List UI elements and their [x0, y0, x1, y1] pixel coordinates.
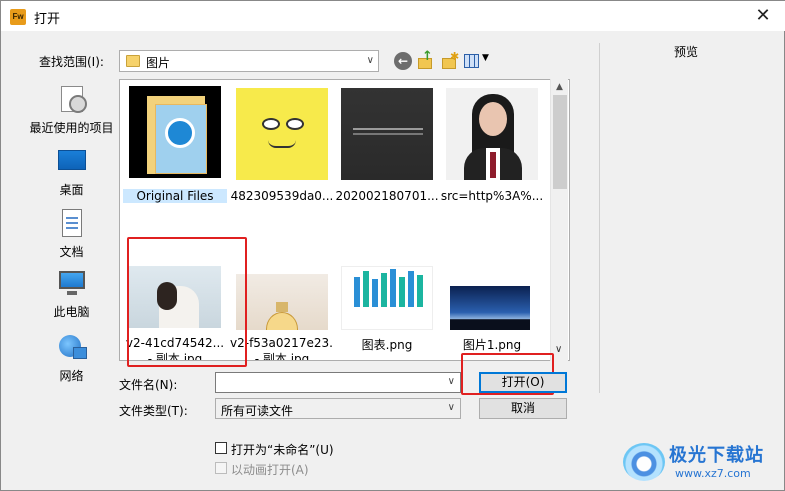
recent-items-icon	[55, 83, 89, 115]
open-button[interactable]: 打开(O)	[479, 372, 567, 393]
preview-label: 预览	[674, 45, 699, 59]
scroll-up-icon[interactable]: ▲	[556, 82, 563, 92]
watermark-url: www.xz7.com	[675, 467, 751, 480]
file-name: 图片1.png	[462, 338, 522, 352]
open-as-animation-label: 以动画打开(A)	[231, 463, 309, 477]
place-label: 桌面	[59, 183, 84, 197]
file-name: Original Files	[123, 189, 227, 203]
file-list-scrollbar[interactable]: ▲ ∨	[550, 79, 568, 361]
open-as-untitled-checkbox[interactable]	[215, 442, 227, 454]
up-folder-icon[interactable]: ↑	[417, 49, 435, 70]
open-file-dialog: Fw 打开 ✕ 查找范围(I): 图片 ∨ ← ↑ ✱ ▼ 预览 最近使用的项目…	[0, 0, 785, 491]
network-icon	[55, 331, 89, 363]
place-desktop[interactable]: 桌面	[27, 145, 116, 198]
places-bar: 最近使用的项目 桌面 文档 此电脑 网络	[27, 79, 116, 434]
file-name: src=http%3A%...	[440, 189, 544, 203]
filetype-dropdown[interactable]: 所有可读文件 ∨	[215, 398, 461, 419]
desktop-icon	[55, 145, 89, 177]
this-pc-icon	[55, 267, 89, 299]
watermark-logo-icon	[623, 443, 665, 481]
place-label: 网络	[59, 369, 84, 383]
place-this-pc[interactable]: 此电脑	[27, 267, 116, 320]
place-network[interactable]: 网络	[27, 331, 116, 384]
filename-label: 文件名(N):	[119, 378, 178, 392]
highlight-box-file	[127, 237, 247, 367]
look-in-label: 查找范围(I):	[39, 55, 104, 69]
place-recent-items[interactable]: 最近使用的项目	[27, 83, 116, 136]
open-as-untitled-label[interactable]: 打开为“未命名”(U)	[231, 441, 334, 458]
chevron-down-icon[interactable]: ∨	[448, 376, 455, 387]
close-button[interactable]: ✕	[746, 4, 780, 28]
title-bar: Fw 打开 ✕	[1, 1, 785, 31]
look-in-value: 图片	[146, 56, 171, 70]
place-label: 此电脑	[53, 305, 90, 319]
place-label: 文档	[59, 245, 84, 259]
chevron-down-icon: ∨	[366, 55, 374, 66]
folder-thumbnail	[129, 86, 221, 178]
filename-input[interactable]: ∨	[215, 372, 461, 393]
folder-icon	[126, 55, 140, 67]
file-name: 图表.png	[361, 338, 413, 352]
image-thumbnail	[236, 274, 328, 330]
filetype-value: 所有可读文件	[221, 404, 294, 418]
image-thumbnail	[341, 266, 433, 330]
watermark-title: 极光下载站	[669, 445, 764, 466]
image-thumbnail	[341, 88, 433, 180]
file-name: 202002180701...	[335, 189, 439, 203]
open-as-animation-checkbox	[215, 462, 227, 474]
preview-divider	[599, 43, 600, 393]
file-name: 482309539da0...	[230, 189, 334, 203]
place-documents[interactable]: 文档	[27, 207, 116, 260]
back-icon[interactable]: ←	[394, 52, 412, 70]
scrollbar-thumb[interactable]	[553, 95, 567, 189]
fireworks-app-icon: Fw	[10, 9, 26, 25]
chevron-down-icon: ∨	[447, 402, 455, 413]
view-menu-icon[interactable]: ▼	[464, 52, 492, 70]
place-label: 最近使用的项目	[29, 121, 114, 135]
cancel-button[interactable]: 取消	[479, 398, 567, 419]
image-thumbnail	[446, 88, 538, 180]
filetype-label: 文件类型(T):	[119, 404, 188, 418]
image-thumbnail	[450, 286, 530, 330]
documents-icon	[55, 207, 89, 239]
look-in-dropdown[interactable]: 图片 ∨	[119, 50, 379, 72]
new-folder-icon[interactable]: ✱	[441, 50, 459, 70]
scroll-down-icon[interactable]: ∨	[555, 344, 562, 355]
dialog-title: 打开	[34, 12, 61, 27]
image-thumbnail	[236, 88, 328, 180]
